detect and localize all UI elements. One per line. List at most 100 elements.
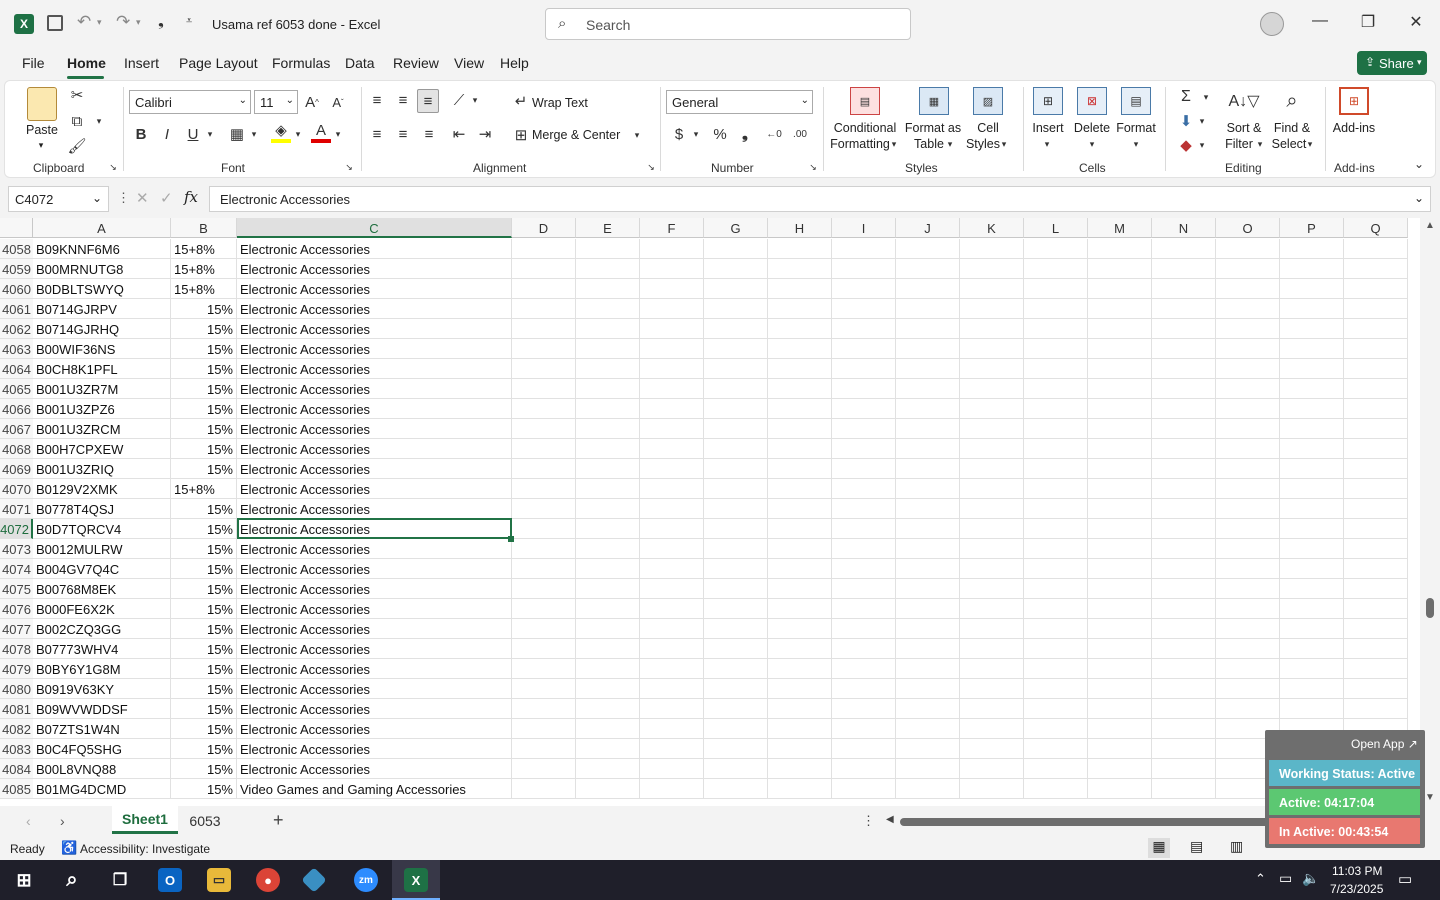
empty-cell[interactable] — [1280, 579, 1344, 599]
empty-cell[interactable] — [1024, 499, 1088, 519]
row-header[interactable]: 4082 — [0, 719, 33, 739]
empty-cell[interactable] — [1216, 639, 1280, 659]
cell-c-4079[interactable]: Electronic Accessories — [237, 659, 512, 679]
empty-cell[interactable] — [768, 439, 832, 459]
chevron-down-icon[interactable]: ▾ — [945, 137, 955, 151]
empty-cell[interactable] — [832, 339, 896, 359]
empty-cell[interactable] — [1344, 559, 1408, 579]
empty-cell[interactable] — [832, 379, 896, 399]
fill-icon[interactable]: ⬇ — [1175, 111, 1197, 131]
cell-b-4077[interactable]: 15% — [171, 619, 237, 639]
empty-cell[interactable] — [1344, 599, 1408, 619]
empty-cell[interactable] — [1216, 399, 1280, 419]
row-header[interactable]: 4058 — [0, 239, 33, 259]
empty-cell[interactable] — [768, 259, 832, 279]
empty-cell[interactable] — [768, 519, 832, 539]
empty-cell[interactable] — [1152, 299, 1216, 319]
empty-cell[interactable] — [1088, 479, 1152, 499]
clear-icon[interactable]: ◆ — [1175, 135, 1197, 155]
empty-cell[interactable] — [1344, 279, 1408, 299]
cell-b-4076[interactable]: 15% — [171, 599, 237, 619]
scroll-left-icon[interactable]: ◀ — [886, 814, 894, 825]
sort-filter-icon[interactable]: A↓▽ — [1229, 87, 1260, 115]
empty-cell[interactable] — [832, 719, 896, 739]
empty-cell[interactable] — [960, 339, 1024, 359]
row-header[interactable]: 4064 — [0, 359, 33, 379]
orientation-icon[interactable]: ⟋ — [449, 89, 469, 111]
empty-cell[interactable] — [576, 519, 640, 539]
empty-cell[interactable] — [896, 359, 960, 379]
conditional-formatting-label-2[interactable]: Formatting — [825, 136, 895, 152]
empty-cell[interactable] — [1216, 699, 1280, 719]
empty-cell[interactable] — [1152, 659, 1216, 679]
empty-cell[interactable] — [512, 779, 576, 799]
sheet-tab-sheet1[interactable]: Sheet1 — [112, 806, 178, 834]
font-color-icon[interactable]: A — [311, 121, 331, 143]
empty-cell[interactable] — [1344, 639, 1408, 659]
empty-cell[interactable] — [1344, 679, 1408, 699]
empty-cell[interactable] — [704, 239, 768, 259]
row-header[interactable]: 4074 — [0, 559, 33, 579]
empty-cell[interactable] — [1344, 459, 1408, 479]
empty-cell[interactable] — [768, 539, 832, 559]
cell-c-4067[interactable]: Electronic Accessories — [237, 419, 512, 439]
empty-cell[interactable] — [1024, 659, 1088, 679]
empty-cell[interactable] — [1088, 619, 1152, 639]
empty-cell[interactable] — [1024, 559, 1088, 579]
cell-a-4079[interactable]: B0BY6Y1G8M — [33, 659, 171, 679]
empty-cell[interactable] — [1280, 699, 1344, 719]
empty-cell[interactable] — [768, 739, 832, 759]
cell-b-4073[interactable]: 15% — [171, 539, 237, 559]
empty-cell[interactable] — [768, 239, 832, 259]
empty-cell[interactable] — [704, 419, 768, 439]
empty-cell[interactable] — [640, 499, 704, 519]
cell-b-4079[interactable]: 15% — [171, 659, 237, 679]
empty-cell[interactable] — [768, 279, 832, 299]
cell-b-4068[interactable]: 15% — [171, 439, 237, 459]
empty-cell[interactable] — [960, 279, 1024, 299]
empty-cell[interactable] — [832, 619, 896, 639]
empty-cell[interactable] — [640, 379, 704, 399]
row-header[interactable]: 4085 — [0, 779, 33, 799]
zoom-icon[interactable]: zm — [354, 868, 378, 892]
empty-cell[interactable] — [512, 459, 576, 479]
empty-cell[interactable] — [1152, 579, 1216, 599]
empty-cell[interactable] — [512, 479, 576, 499]
fill-color-dropdown-icon[interactable]: ▾ — [293, 123, 303, 145]
restore-icon[interactable]: ❐ — [1356, 12, 1380, 36]
row-header[interactable]: 4071 — [0, 499, 33, 519]
empty-cell[interactable] — [576, 559, 640, 579]
cell-c-4076[interactable]: Electronic Accessories — [237, 599, 512, 619]
empty-cell[interactable] — [640, 599, 704, 619]
decrease-indent-icon[interactable]: ⇤ — [449, 123, 469, 145]
empty-cell[interactable] — [512, 619, 576, 639]
cell-a-4065[interactable]: B001U3ZR7M — [33, 379, 171, 399]
autosum-dropdown-icon[interactable]: ▾ — [1201, 87, 1211, 107]
cell-a-4072[interactable]: B0D7TQRCV4 — [33, 519, 171, 539]
empty-cell[interactable] — [832, 279, 896, 299]
cell-b-4066[interactable]: 15% — [171, 399, 237, 419]
empty-cell[interactable] — [576, 759, 640, 779]
empty-cell[interactable] — [1216, 619, 1280, 639]
accessibility-icon[interactable]: ♿ — [61, 840, 77, 856]
empty-cell[interactable] — [896, 319, 960, 339]
paste-icon[interactable] — [27, 87, 57, 121]
empty-cell[interactable] — [896, 439, 960, 459]
column-header-c[interactable]: C — [237, 218, 512, 238]
empty-cell[interactable] — [1088, 599, 1152, 619]
empty-cell[interactable] — [832, 459, 896, 479]
empty-cell[interactable] — [1216, 679, 1280, 699]
cell-a-4069[interactable]: B001U3ZRIQ — [33, 459, 171, 479]
empty-cell[interactable] — [768, 579, 832, 599]
empty-cell[interactable] — [512, 639, 576, 659]
cell-a-4062[interactable]: B0714GJRHQ — [33, 319, 171, 339]
empty-cell[interactable] — [1024, 599, 1088, 619]
empty-cell[interactable] — [960, 659, 1024, 679]
empty-cell[interactable] — [1216, 499, 1280, 519]
empty-cell[interactable] — [1024, 679, 1088, 699]
scroll-down-icon[interactable]: ▼ — [1425, 792, 1435, 803]
number-launcher-icon[interactable]: ↘ — [807, 161, 819, 173]
empty-cell[interactable] — [832, 739, 896, 759]
empty-cell[interactable] — [640, 519, 704, 539]
empty-cell[interactable] — [1024, 759, 1088, 779]
